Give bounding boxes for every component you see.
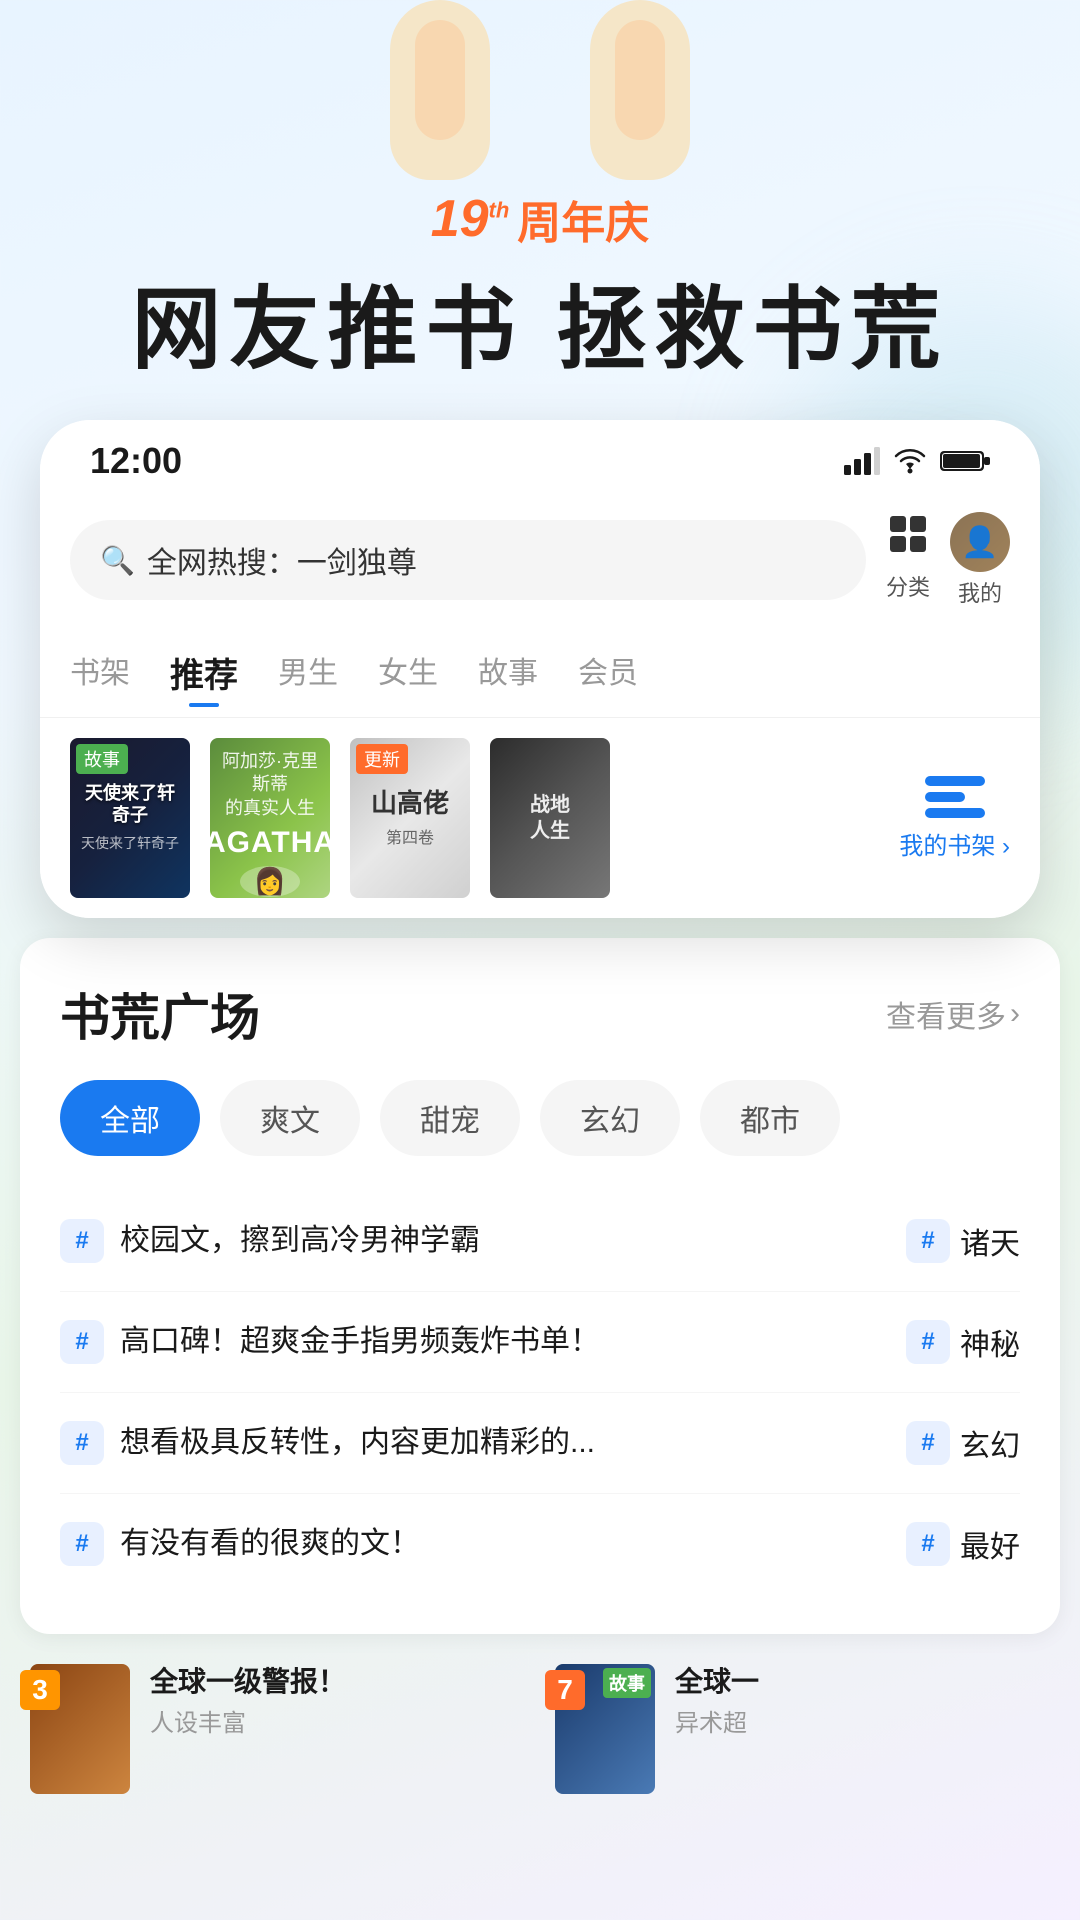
hash-icon-2: # — [60, 1320, 104, 1364]
shuhuang-section: 书荒广场 查看更多 › 全部 爽文 甜宠 玄幻 都市 # 校园文，擦到高冷男神学… — [20, 938, 1060, 1634]
discussion-tag-2: 神秘 — [960, 1320, 1020, 1364]
category-action[interactable]: 分类 — [886, 512, 930, 608]
discussion-right-3: # 玄幻 — [906, 1421, 1020, 1465]
section-more-arrow: › — [1010, 997, 1020, 1031]
search-icon: 🔍 — [100, 544, 135, 577]
status-icons — [844, 447, 990, 475]
discussion-text-1: 校园文，擦到高冷男神学霸 — [120, 1220, 890, 1262]
discussion-right-4: # 最好 — [906, 1522, 1020, 1566]
book-item-1[interactable]: 故事 天使来了轩奇子 天使来了轩奇子 — [70, 738, 190, 898]
pill-sweet[interactable]: 甜宠 — [380, 1080, 520, 1156]
hash-icon-3: # — [60, 1421, 104, 1465]
discussion-list: # 校园文，擦到高冷男神学霸 # 诸天 # 高口碑！超爽金手指男频轰炸书单！ #… — [60, 1191, 1020, 1594]
pill-fantasy[interactable]: 玄幻 — [540, 1080, 680, 1156]
discussion-text-4: 有没有看的很爽的文！ — [120, 1523, 890, 1565]
rec-info-2: 全球一 异术超 — [675, 1664, 759, 1740]
discussion-tag-4: 最好 — [960, 1522, 1020, 1566]
hash-icon-right-4: # — [906, 1522, 950, 1566]
pill-all[interactable]: 全部 — [60, 1080, 200, 1156]
rec-info-1: 全球一级警报！ 人设丰富 — [150, 1664, 346, 1740]
discussion-right-1: # 诸天 — [906, 1219, 1020, 1263]
mine-action[interactable]: 👤 我的 — [950, 512, 1010, 608]
signal-icon — [844, 447, 880, 475]
rec-rank-2: 7 — [545, 1670, 585, 1710]
rec-item-1[interactable]: 3 全球一级警报！ 人设丰富 — [30, 1664, 525, 1794]
hash-icon-1: # — [60, 1219, 104, 1263]
book-item-4[interactable]: 战地人生 — [490, 738, 610, 898]
hero-section: 19th 周年庆 网友推书 拯救书荒 — [0, 0, 1080, 420]
status-time: 12:00 — [90, 440, 182, 482]
tab-bookshelf[interactable]: 书架 — [70, 638, 130, 707]
tab-recommend[interactable]: 推荐 — [170, 638, 238, 707]
rec-title-2: 全球一 — [675, 1664, 759, 1700]
left-ear — [390, 0, 490, 180]
tab-vip[interactable]: 会员 — [578, 638, 638, 707]
book-item-2[interactable]: 阿加莎·克里斯蒂的真实人生 AGATHA 👩 — [210, 738, 330, 898]
hash-icon-right-2: # — [906, 1320, 950, 1364]
book-item-3[interactable]: 更新 山高佬 第四卷 — [350, 738, 470, 898]
rec-item-2[interactable]: 7 故事 全球一 异术超 — [555, 1664, 1050, 1794]
search-area: 🔍 全网热搜：一剑独尊 分类 👤 — [40, 492, 1040, 628]
rec-desc-1: 人设丰富 — [150, 1708, 346, 1739]
wifi-icon — [892, 447, 928, 475]
shelf-icon — [925, 776, 985, 818]
rec-cover-1: 3 — [30, 1664, 130, 1794]
rec-badge-2: 故事 — [603, 1668, 651, 1698]
hash-icon-4: # — [60, 1522, 104, 1566]
bookshelf-section: 故事 天使来了轩奇子 天使来了轩奇子 阿加莎·克里斯蒂的真实人生 AGATHA … — [40, 718, 1040, 918]
discussion-text-3: 想看极具反转性，内容更加精彩的... — [120, 1422, 890, 1464]
bottom-recommendations: 3 全球一级警报！ 人设丰富 7 故事 全球一 异术超 — [0, 1634, 1080, 1824]
rec-desc-2: 异术超 — [675, 1708, 759, 1739]
search-placeholder: 全网热搜：一剑独尊 — [147, 538, 417, 582]
category-pills: 全部 爽文 甜宠 玄幻 都市 — [60, 1080, 1020, 1156]
discussion-item-1[interactable]: # 校园文，擦到高冷男神学霸 # 诸天 — [60, 1191, 1020, 1292]
avatar-icon: 👤 — [950, 512, 1010, 572]
anniversary-number: 19th — [431, 193, 510, 245]
discussion-item-2[interactable]: # 高口碑！超爽金手指男频轰炸书单！ # 神秘 — [60, 1292, 1020, 1393]
nav-tabs: 书架 推荐 男生 女生 故事 会员 — [40, 628, 1040, 718]
my-shelf-button[interactable]: 我的书架 › — [899, 776, 1010, 861]
pill-cool[interactable]: 爽文 — [220, 1080, 360, 1156]
shelf-bar-1 — [925, 776, 985, 786]
shelf-bar-3 — [925, 808, 985, 818]
hash-icon-right-3: # — [906, 1421, 950, 1465]
rabbit-ears-decoration — [340, 0, 740, 200]
shelf-bar-2 — [925, 792, 965, 802]
pill-city[interactable]: 都市 — [700, 1080, 840, 1156]
discussion-text-2: 高口碑！超爽金手指男频轰炸书单！ — [120, 1321, 890, 1363]
hash-icon-right-1: # — [906, 1219, 950, 1263]
phone-mockup: 12:00 — [40, 420, 1040, 918]
search-actions: 分类 👤 我的 — [886, 512, 1010, 608]
section-more-button[interactable]: 查看更多 › — [886, 992, 1020, 1036]
section-header: 书荒广场 查看更多 › — [60, 978, 1020, 1050]
rec-rank-1: 3 — [20, 1670, 60, 1710]
category-label: 分类 — [886, 570, 930, 602]
section-title: 书荒广场 — [60, 978, 260, 1050]
discussion-right-2: # 神秘 — [906, 1320, 1020, 1364]
mine-label: 我的 — [958, 576, 1002, 608]
right-ear — [590, 0, 690, 180]
tab-story[interactable]: 故事 — [478, 638, 538, 707]
tab-female[interactable]: 女生 — [378, 638, 438, 707]
discussion-tag-1: 诸天 — [960, 1219, 1020, 1263]
discussion-tag-3: 玄幻 — [960, 1421, 1020, 1465]
status-bar: 12:00 — [40, 420, 1040, 492]
category-icon — [886, 512, 930, 566]
discussion-item-4[interactable]: # 有没有看的很爽的文！ # 最好 — [60, 1494, 1020, 1594]
tab-male[interactable]: 男生 — [278, 638, 338, 707]
battery-icon — [940, 448, 990, 474]
shelf-text: 我的书架 › — [899, 826, 1010, 861]
rec-cover-2: 7 故事 — [555, 1664, 655, 1794]
main-title: 网友推书 拯救书荒 — [131, 281, 948, 380]
discussion-item-3[interactable]: # 想看极具反转性，内容更加精彩的... # 玄幻 — [60, 1393, 1020, 1494]
search-box[interactable]: 🔍 全网热搜：一剑独尊 — [70, 520, 866, 600]
rec-title-1: 全球一级警报！ — [150, 1664, 346, 1700]
section-more-label: 查看更多 — [886, 992, 1006, 1036]
